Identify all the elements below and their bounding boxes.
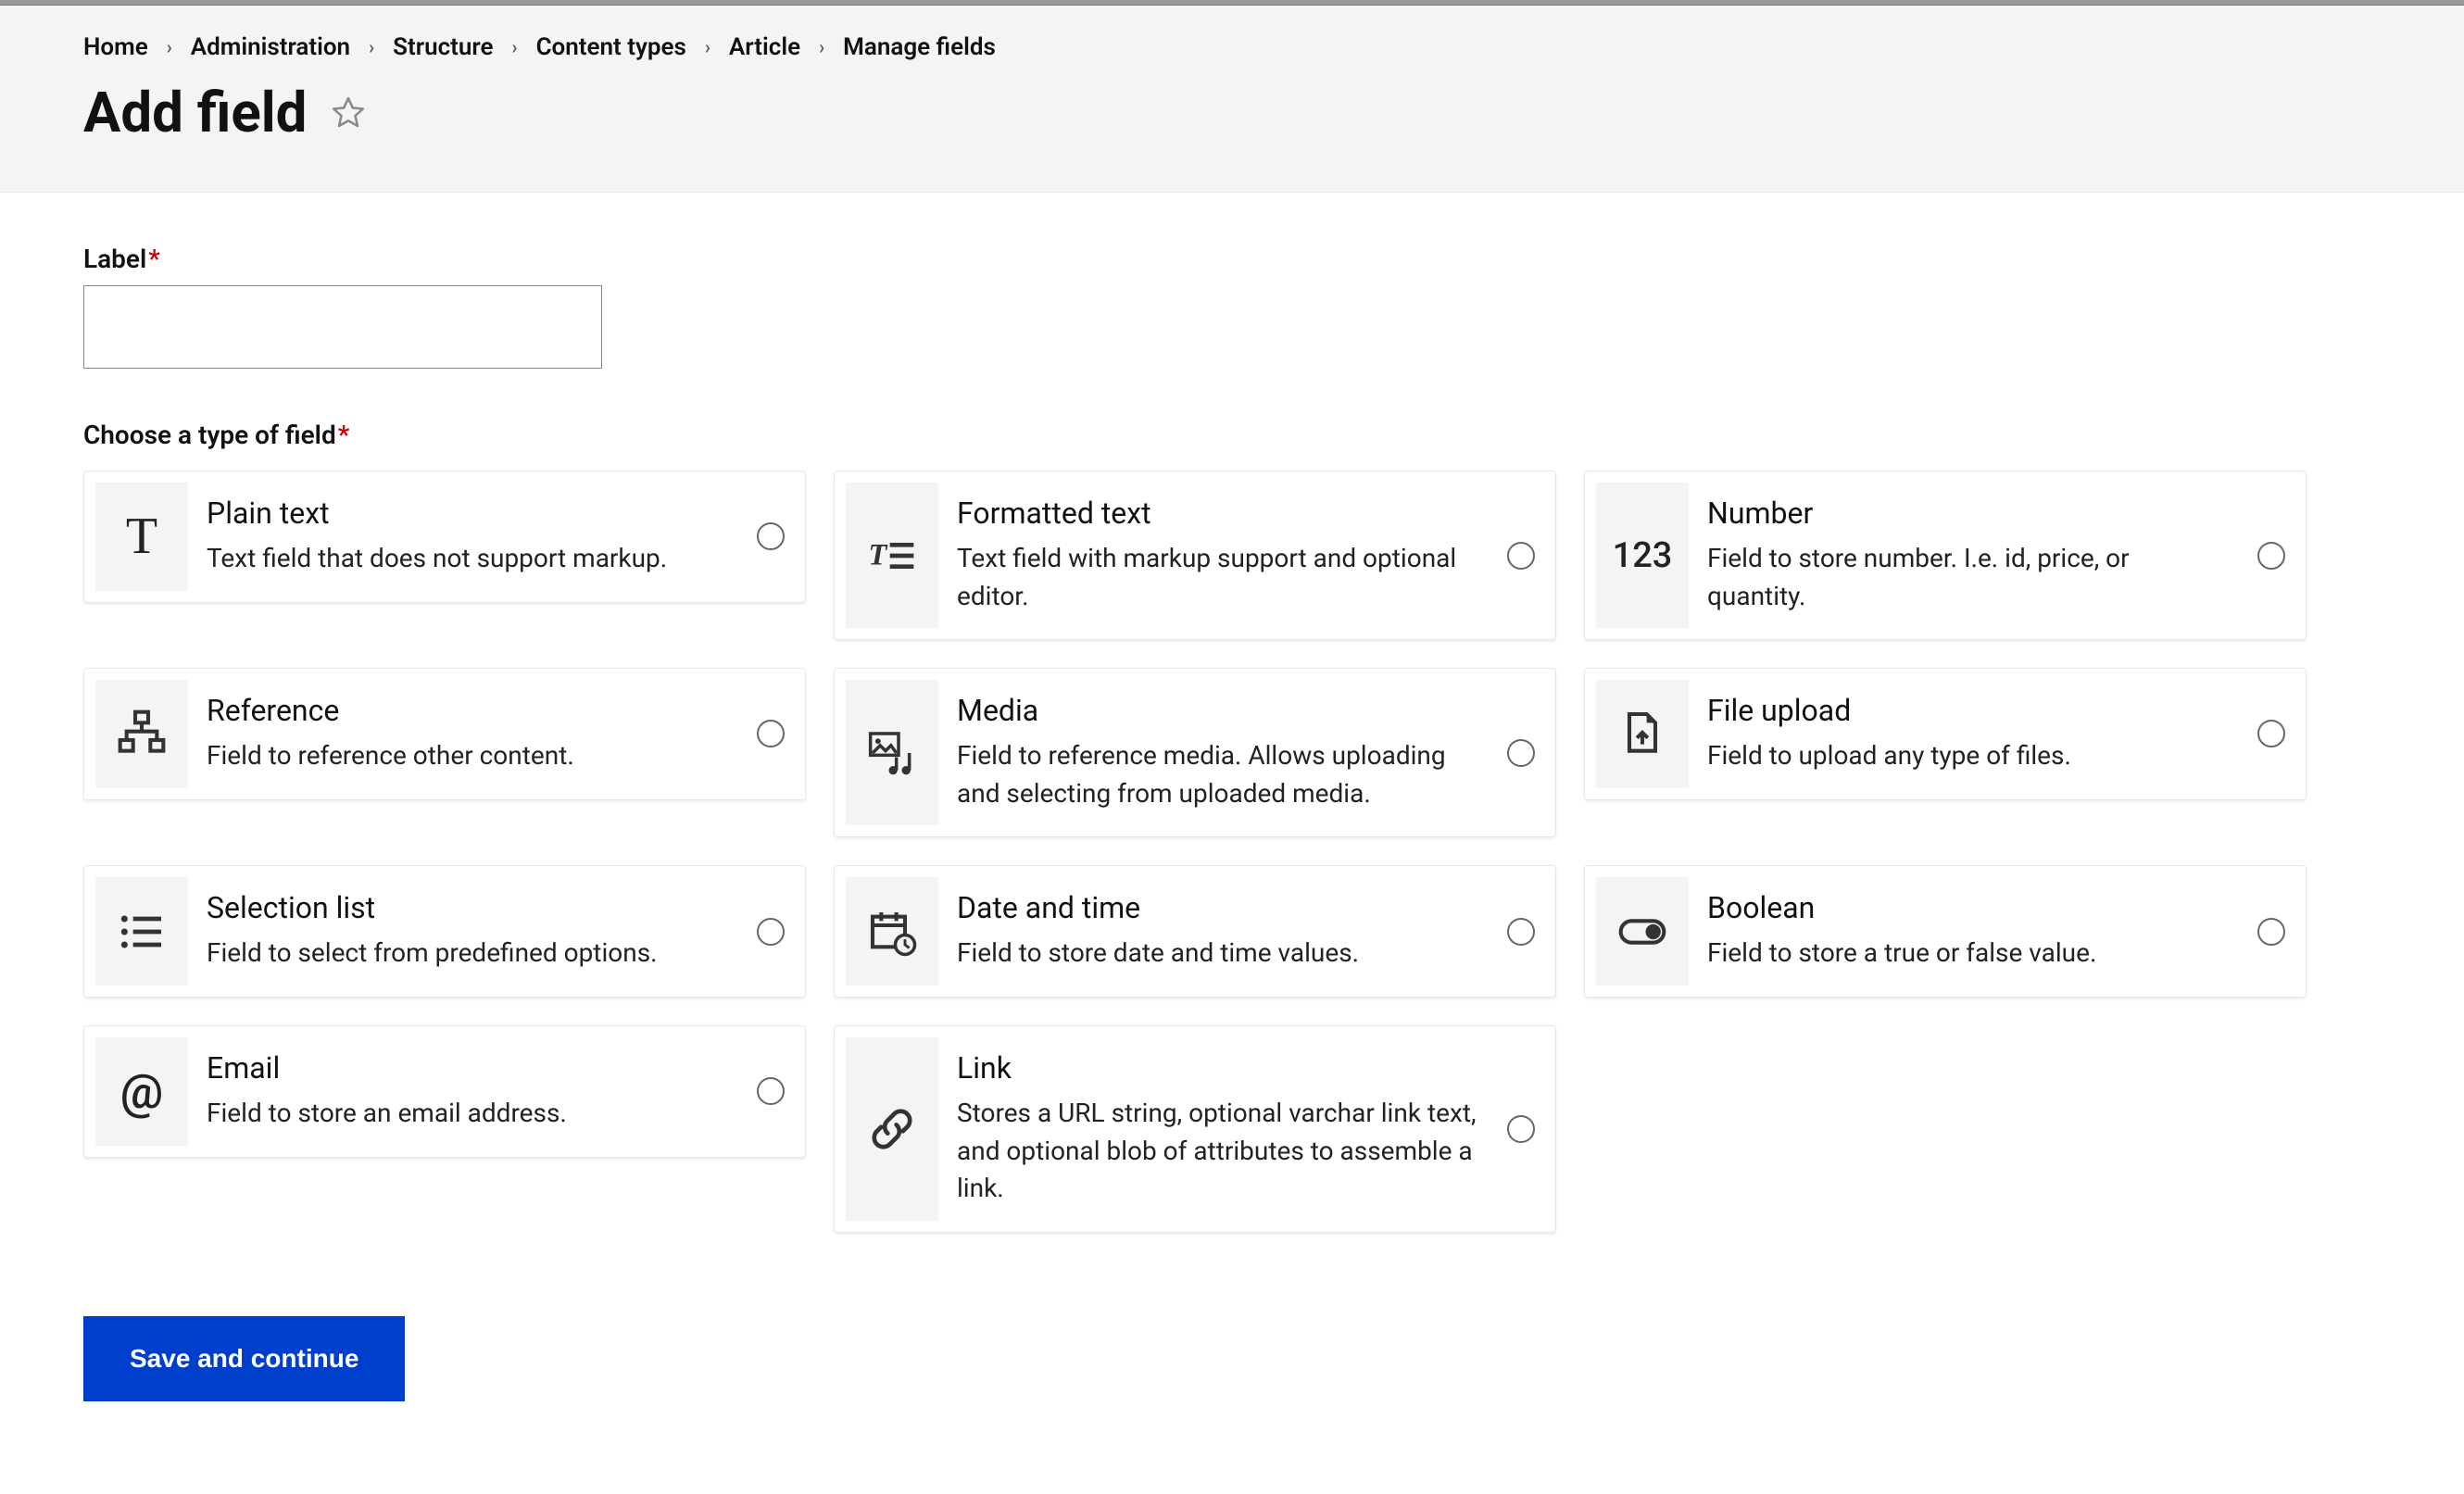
breadcrumb-item-manage-fields[interactable]: Manage fields (843, 33, 996, 61)
field-type-option-plain-text[interactable]: T Plain text Text field that does not su… (83, 471, 806, 603)
field-type-title: File upload (1707, 693, 2230, 728)
field-type-option-media[interactable]: Media Field to reference media. Allows u… (834, 668, 1556, 837)
field-type-description: Field to store date and time values. (957, 935, 1479, 973)
field-type-description: Field to select from predefined options. (207, 935, 729, 973)
page-header: Home › Administration › Structure › Cont… (0, 6, 2464, 193)
svg-text:T: T (868, 538, 888, 571)
field-type-radio[interactable] (2248, 680, 2294, 788)
field-type-description: Text field that does not support markup. (207, 540, 729, 578)
num-123-icon: 123 (1596, 483, 1689, 628)
field-type-option-email[interactable]: @ Email Field to store an email address. (83, 1025, 806, 1158)
required-marker: * (148, 244, 160, 274)
field-type-radio[interactable] (2248, 483, 2294, 628)
field-type-option-reference[interactable]: Reference Field to reference other conte… (83, 668, 806, 800)
breadcrumb-item-structure[interactable]: Structure (393, 33, 493, 61)
field-type-title: Number (1707, 496, 2230, 531)
field-type-description: Field to reference other content. (207, 737, 729, 775)
text-t-icon: T (95, 483, 188, 591)
chain-link-icon (846, 1037, 938, 1221)
field-type-option-number[interactable]: 123 Number Field to store number. I.e. i… (1584, 471, 2307, 640)
file-upload-icon (1596, 680, 1689, 788)
field-type-radio[interactable] (1498, 877, 1544, 986)
media-combo-icon (846, 680, 938, 825)
field-type-radio[interactable] (748, 483, 794, 591)
field-type-radio[interactable] (748, 1037, 794, 1146)
field-type-description: Field to store an email address. (207, 1095, 729, 1133)
field-type-title: Boolean (1707, 890, 2230, 925)
field-type-radio[interactable] (748, 680, 794, 788)
toggle-icon (1596, 877, 1689, 986)
field-type-description: Stores a URL string, optional varchar li… (957, 1095, 1479, 1208)
field-type-title: Media (957, 693, 1479, 728)
calendar-clock-icon (846, 877, 938, 986)
field-type-title: Date and time (957, 890, 1479, 925)
field-type-option-date-time[interactable]: Date and time Field to store date and ti… (834, 865, 1556, 998)
field-type-title: Selection list (207, 890, 729, 925)
required-marker: * (338, 420, 350, 450)
field-type-radio[interactable] (748, 877, 794, 986)
field-type-radio[interactable] (2248, 877, 2294, 986)
breadcrumb-item-home[interactable]: Home (83, 33, 148, 61)
field-type-title: Email (207, 1050, 729, 1086)
chevron-right-icon: › (819, 36, 824, 58)
field-type-title: Formatted text (957, 496, 1479, 531)
save-and-continue-button[interactable]: Save and continue (83, 1316, 405, 1401)
chevron-right-icon: › (705, 36, 710, 58)
field-type-title: Plain text (207, 496, 729, 531)
breadcrumb-item-content-types[interactable]: Content types (536, 33, 686, 61)
field-type-option-boolean[interactable]: Boolean Field to store a true or false v… (1584, 865, 2307, 998)
field-type-description: Field to reference media. Allows uploadi… (957, 737, 1479, 812)
star-outline-icon[interactable] (330, 94, 367, 132)
label-input[interactable] (83, 285, 602, 369)
breadcrumb: Home › Administration › Structure › Cont… (83, 33, 2381, 61)
field-type-radio[interactable] (1498, 680, 1544, 825)
field-type-description: Field to store number. I.e. id, price, o… (1707, 540, 2230, 615)
page-title: Add field (83, 80, 307, 145)
field-type-option-link[interactable]: Link Stores a URL string, optional varch… (834, 1025, 1556, 1233)
field-type-option-formatted-text[interactable]: T Formatted text Text field with markup … (834, 471, 1556, 640)
breadcrumb-item-administration[interactable]: Administration (191, 33, 350, 61)
at-sign-icon: @ (95, 1037, 188, 1146)
field-type-title: Link (957, 1050, 1479, 1086)
field-type-grid: T Plain text Text field that does not su… (83, 471, 2381, 1233)
main-content: Label* Choose a type of field* T Plain t… (0, 193, 2464, 1475)
field-type-option-selection-list[interactable]: Selection list Field to select from pred… (83, 865, 806, 998)
field-type-label: Choose a type of field* (83, 420, 2381, 450)
field-type-description: Field to upload any type of files. (1707, 737, 2230, 775)
field-type-description: Text field with markup support and optio… (957, 540, 1479, 615)
breadcrumb-item-article[interactable]: Article (729, 33, 800, 61)
chevron-right-icon: › (167, 36, 172, 58)
field-type-radio[interactable] (1498, 1037, 1544, 1221)
label-field-label: Label* (83, 244, 2381, 274)
text-lines-icon: T (846, 483, 938, 628)
field-type-title: Reference (207, 693, 729, 728)
field-type-radio[interactable] (1498, 483, 1544, 628)
chevron-right-icon: › (512, 36, 518, 58)
field-type-option-file-upload[interactable]: File upload Field to upload any type of … (1584, 668, 2307, 800)
field-type-description: Field to store a true or false value. (1707, 935, 2230, 973)
list-bullets-icon (95, 877, 188, 986)
chevron-right-icon: › (369, 36, 374, 58)
org-chart-icon (95, 680, 188, 788)
